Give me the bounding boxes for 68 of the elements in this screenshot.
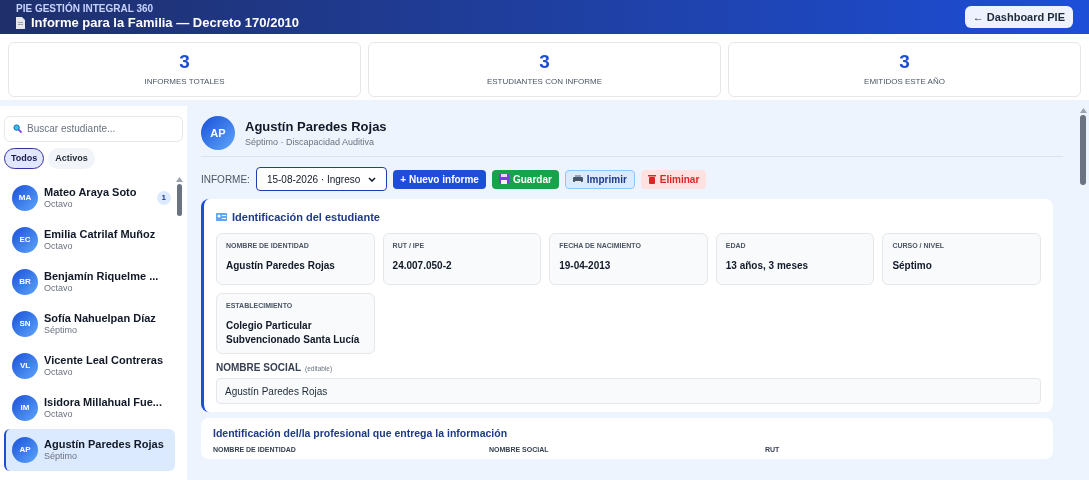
student-name: Sofía Nahuelpan Díaz [44, 312, 157, 325]
scroll-up-arrow-icon[interactable] [1079, 108, 1087, 113]
stat-label: ESTUDIANTES CON INFORME [486, 75, 603, 88]
field-value: 24.007.050-2 [392, 259, 453, 273]
count-badge: 1 [156, 191, 171, 205]
student-name: Benjamín Riquelme ... [44, 270, 160, 283]
student-name: Agustín Paredes Rojas [44, 438, 165, 451]
field-value: Séptimo [892, 259, 933, 273]
student-subtitle: Séptimo · Discapacidad Auditiva [245, 136, 376, 149]
trash-icon [647, 174, 656, 184]
avatar: AP [12, 437, 38, 463]
student-item[interactable]: VL Vicente Leal Contreras Octavo [4, 345, 175, 387]
page-title: Informe para la Familia — Decreto 170/2010 [31, 15, 300, 31]
stat-value: 3 [179, 51, 190, 72]
student-course: Séptimo [44, 451, 79, 462]
student-avatar: AP [201, 116, 235, 150]
avatar: MA [12, 185, 38, 211]
field-value: 19-04-2013 [559, 259, 612, 273]
student-item[interactable]: AP Agustín Paredes Rojas Séptimo [4, 429, 175, 471]
scrollbar-thumb[interactable] [176, 184, 182, 216]
toolbar-button[interactable]: + Nuevo informe [393, 169, 486, 189]
field-value: Colegio Particular Subvencionado Santa Lucía [226, 319, 361, 347]
social-name-field[interactable]: Agustín Paredes Rojas [216, 378, 1041, 404]
scrollbar-thumb[interactable] [1080, 115, 1086, 185]
student-item[interactable]: MA Mateo Araya Soto Octavo 1 [4, 177, 175, 219]
student-item[interactable]: BR Benjamín Riquelme ... Octavo [4, 261, 175, 303]
report-select[interactable]: 15-08-2026 · Ingreso [255, 167, 388, 191]
stat-value: 3 [899, 51, 910, 72]
chevron-down-icon [368, 176, 377, 182]
section-title: Identificación del estudiante [232, 210, 380, 225]
field-value: Agustín Paredes Rojas [226, 259, 336, 273]
student-course: Octavo [44, 367, 74, 378]
student-item[interactable]: IM Isidora Millahual Fue... Octavo [4, 387, 175, 429]
id-card-icon [216, 213, 227, 222]
avatar: VL [12, 353, 38, 379]
filter-chip[interactable]: Activos [48, 147, 95, 169]
student-course: Séptimo [44, 325, 79, 336]
section-title: Identificación del/la profesional que entrega la información [213, 426, 509, 441]
back-button[interactable]: ← Dashboard PIE [964, 5, 1073, 29]
app-name: PIE GESTIÓN INTEGRAL 360 [16, 3, 155, 15]
printer-icon [572, 174, 583, 184]
student-name: Vicente Leal Contreras [44, 354, 164, 367]
student-name: Isidora Millahual Fue... [44, 396, 163, 409]
student-item[interactable]: EC Emilia Catrilaf Muñoz Octavo [4, 219, 175, 261]
student-course: Octavo [44, 199, 74, 210]
student-course: Octavo [44, 409, 74, 420]
toolbar-button[interactable]: Imprimir [564, 169, 635, 189]
toolbar-button[interactable]: Eliminar [640, 169, 707, 189]
avatar: EC [12, 227, 38, 253]
student-course: Octavo [44, 241, 74, 252]
search-field[interactable]: Buscar estudiante... [4, 115, 183, 142]
student-course: Octavo [44, 283, 74, 294]
scroll-up-arrow-icon[interactable] [175, 177, 183, 182]
stat-value: 3 [539, 51, 550, 72]
avatar: SN [12, 311, 38, 337]
avatar: BR [12, 269, 38, 295]
avatar: IM [12, 395, 38, 421]
filter-chip[interactable]: Todos [4, 147, 45, 169]
field-label: NOMBRE SOCIAL [216, 361, 301, 375]
stat-label: INFORMES TOTALES [144, 75, 225, 88]
field-value: 13 años, 3 meses [725, 259, 810, 273]
student-title: Agustín Paredes Rojas [245, 117, 387, 136]
document-icon [16, 17, 25, 29]
student-item[interactable]: SN Sofía Nahuelpan Díaz Séptimo [4, 303, 175, 345]
report-label: INFORME: [201, 172, 250, 187]
stat-label: EMITIDOS ESTE AÑO [864, 75, 945, 88]
student-name: Emilia Catrilaf Muñoz [44, 228, 157, 241]
student-name: Mateo Araya Soto [44, 186, 138, 199]
